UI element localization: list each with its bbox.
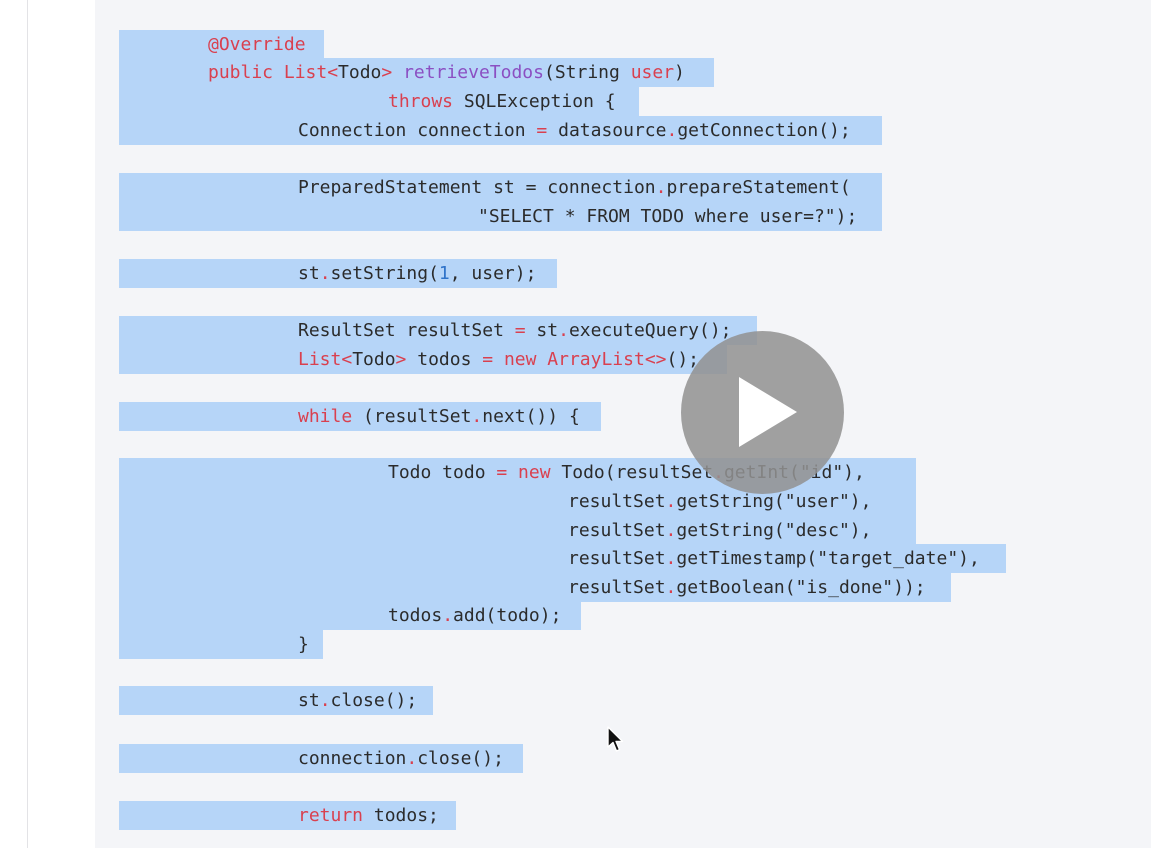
play-icon bbox=[739, 377, 797, 447]
code-line: List<Todo> todos = new ArrayList<>(); bbox=[119, 345, 727, 374]
code-line: public List<Todo> retrieveTodos(String u… bbox=[119, 58, 714, 87]
code-token: connection bbox=[298, 748, 407, 769]
left-margin-divider bbox=[27, 0, 28, 848]
code-token: 1 bbox=[438, 263, 450, 284]
code-token: todos; bbox=[373, 805, 439, 826]
code-token: st bbox=[525, 320, 559, 341]
code-token: . bbox=[471, 406, 483, 427]
code-line: @Override bbox=[119, 30, 324, 59]
code-line: Connection connection = datasource.getCo… bbox=[119, 116, 882, 145]
code-line: resultSet.getString("desc"), bbox=[119, 516, 916, 545]
code-line: return todos; bbox=[119, 801, 456, 830]
code-token: . bbox=[666, 120, 678, 141]
code-token: . bbox=[319, 690, 331, 711]
code-token: resultSet bbox=[568, 548, 666, 569]
code-token: List< bbox=[298, 349, 353, 370]
code-token: "SELECT * FROM TODO where user=?"); bbox=[478, 206, 858, 227]
code-line: } bbox=[119, 630, 323, 659]
code-line: st.setString(1, user); bbox=[119, 259, 557, 288]
code-token: getBoolean("is_done")); bbox=[676, 577, 926, 598]
code-token: . bbox=[665, 520, 677, 541]
code-token: retrieveTodos bbox=[403, 62, 544, 83]
code-token: Todo bbox=[338, 62, 382, 83]
code-token: . bbox=[319, 263, 331, 284]
code-token: = new ArrayList<> bbox=[482, 349, 667, 370]
code-token: todos bbox=[417, 349, 483, 370]
code-token: (String bbox=[543, 62, 631, 83]
code-token: getString("desc"), bbox=[676, 520, 872, 541]
code-token: next()) { bbox=[482, 406, 580, 427]
video-frame: @Override public List<Todo> retrieveTodos… bbox=[0, 0, 1151, 848]
code-line: while (resultSet.next()) { bbox=[119, 402, 601, 431]
code-line: PreparedStatement st = connection.prepar… bbox=[119, 173, 882, 202]
code-token: @Override bbox=[208, 34, 306, 55]
code-line: "SELECT * FROM TODO where user=?"); bbox=[119, 202, 882, 231]
code-token: add(todo); bbox=[453, 605, 562, 626]
code-token: > bbox=[381, 62, 404, 83]
code-token: getTimestamp("target_date"), bbox=[676, 548, 980, 569]
code-token: Todo todo bbox=[388, 462, 497, 483]
code-token: = bbox=[514, 320, 526, 341]
code-token: ) bbox=[674, 62, 685, 83]
code-token: . bbox=[406, 748, 418, 769]
code-token: throws bbox=[388, 91, 464, 112]
code-token: } bbox=[298, 634, 309, 655]
code-token: setString( bbox=[330, 263, 439, 284]
code-line: connection.close(); bbox=[119, 744, 523, 773]
code-token: resultSet bbox=[568, 577, 666, 598]
code-token: Todo bbox=[352, 349, 396, 370]
code-token: Todo(resultSet bbox=[561, 462, 714, 483]
code-token: . bbox=[665, 548, 677, 569]
code-token: st bbox=[298, 263, 320, 284]
code-token: PreparedStatement st = connection bbox=[298, 177, 656, 198]
code-token: executeQuery(); bbox=[568, 320, 732, 341]
code-token: datasource bbox=[547, 120, 667, 141]
code-token: while bbox=[298, 406, 364, 427]
play-button[interactable] bbox=[681, 331, 844, 494]
code-token: SQLException { bbox=[463, 91, 616, 112]
code-token: > bbox=[395, 349, 418, 370]
code-token: . bbox=[665, 491, 677, 512]
code-line: throws SQLException { bbox=[119, 87, 639, 116]
code-token: (resultSet bbox=[363, 406, 472, 427]
code-token: st bbox=[298, 690, 320, 711]
code-token: public bbox=[208, 62, 284, 83]
code-token: List< bbox=[283, 62, 339, 83]
code-token: resultSet bbox=[568, 491, 666, 512]
code-line: resultSet.getString("user"), bbox=[119, 487, 916, 516]
code-token: getString("user"), bbox=[676, 491, 872, 512]
code-line: resultSet.getBoolean("is_done")); bbox=[119, 573, 951, 602]
code-token: . bbox=[665, 577, 677, 598]
code-token: getConnection(); bbox=[677, 120, 851, 141]
code-token: prepareStatement( bbox=[666, 177, 851, 198]
code-token: return bbox=[298, 805, 374, 826]
code-token: resultSet bbox=[568, 520, 666, 541]
code-slide: @Override public List<Todo> retrieveTodos… bbox=[95, 0, 1151, 848]
code-token: . bbox=[558, 320, 569, 341]
code-token: . bbox=[442, 605, 454, 626]
mouse-cursor-icon bbox=[607, 726, 624, 752]
code-line: resultSet.getTimestamp("target_date"), bbox=[119, 544, 1006, 573]
code-line: st.close(); bbox=[119, 686, 433, 715]
code-token: close(); bbox=[417, 748, 504, 769]
code-token: , user); bbox=[449, 263, 537, 284]
code-token: todos bbox=[388, 605, 443, 626]
code-token: user bbox=[630, 62, 675, 83]
code-token: = bbox=[536, 120, 548, 141]
code-token: = new bbox=[496, 462, 562, 483]
code-token: . bbox=[655, 177, 667, 198]
code-line: todos.add(todo); bbox=[119, 601, 581, 630]
code-line: ResultSet resultSet = st.executeQuery(); bbox=[119, 316, 757, 345]
code-token: close(); bbox=[330, 690, 418, 711]
code-token: Connection connection bbox=[298, 120, 537, 141]
code-token: ResultSet resultSet bbox=[298, 320, 515, 341]
